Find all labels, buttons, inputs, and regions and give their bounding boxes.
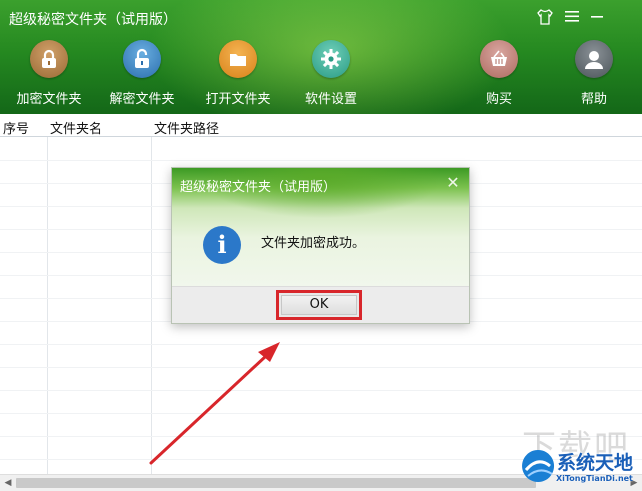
toolbar-label: 购买 — [485, 92, 512, 107]
info-icon: i — [203, 226, 241, 264]
padlock-open-icon — [123, 40, 161, 78]
watermark-url: XiTongTianDi.net — [556, 474, 633, 483]
tshirt-icon[interactable] — [535, 8, 555, 28]
watermark-title: 系统天地 — [557, 452, 634, 474]
padlock-closed-icon — [30, 40, 68, 78]
column-divider — [151, 114, 152, 476]
row-divider — [0, 390, 642, 391]
shopping-basket-icon — [480, 40, 518, 78]
close-icon[interactable]: ✕ — [445, 175, 461, 191]
column-divider — [47, 114, 48, 476]
column-header-folder-name[interactable]: 文件夹名 — [50, 118, 102, 137]
row-divider — [0, 344, 642, 345]
app-header: 超级秘密文件夹（试用版） 加密文件夹 解密文件夹 打开文件夹 软件设置 购买 帮… — [0, 0, 642, 114]
hamburger-menu-icon[interactable] — [562, 8, 582, 28]
column-header-folder-path[interactable]: 文件夹路径 — [154, 118, 219, 137]
toolbar-encrypt-folder-button[interactable]: 加密文件夹 — [9, 40, 89, 107]
toolbar-label: 解密文件夹 — [109, 92, 175, 107]
scrollbar-thumb[interactable] — [16, 478, 536, 488]
toolbar-label: 打开文件夹 — [205, 92, 271, 107]
row-divider — [0, 413, 642, 414]
toolbar-label: 帮助 — [580, 92, 607, 107]
toolbar-settings-button[interactable]: 软件设置 — [291, 40, 371, 107]
ok-button-label: OK — [281, 295, 357, 315]
scroll-left-icon[interactable]: ◀ — [2, 477, 14, 489]
dialog-footer: OK — [172, 286, 469, 323]
toolbar-open-folder-button[interactable]: 打开文件夹 — [198, 40, 278, 107]
toolbar-label: 软件设置 — [304, 92, 357, 107]
column-header-index[interactable]: 序号 — [3, 118, 29, 137]
dialog-title: 超级秘密文件夹（试用版） — [180, 180, 337, 195]
toolbar-buy-button[interactable]: 购买 — [459, 40, 539, 107]
user-avatar-icon — [575, 40, 613, 78]
ok-button[interactable]: OK — [276, 290, 362, 320]
app-title: 超级秘密文件夹（试用版） — [9, 12, 177, 28]
table-header: 序号 文件夹名 文件夹路径 — [0, 114, 642, 137]
dialog-body: 超级秘密文件夹（试用版） ✕ i 文件夹加密成功。 — [172, 168, 469, 286]
folder-icon — [219, 40, 257, 78]
gear-icon — [312, 40, 350, 78]
toolbar-label: 加密文件夹 — [16, 92, 82, 107]
dialog-message: 文件夹加密成功。 — [261, 236, 366, 251]
success-dialog: 超级秘密文件夹（试用版） ✕ i 文件夹加密成功。 OK — [171, 167, 470, 324]
row-divider — [0, 367, 642, 368]
row-divider — [0, 160, 642, 161]
toolbar-help-button[interactable]: 帮助 — [554, 40, 634, 107]
toolbar-decrypt-folder-button[interactable]: 解密文件夹 — [102, 40, 182, 107]
minimize-icon[interactable] — [587, 8, 607, 28]
